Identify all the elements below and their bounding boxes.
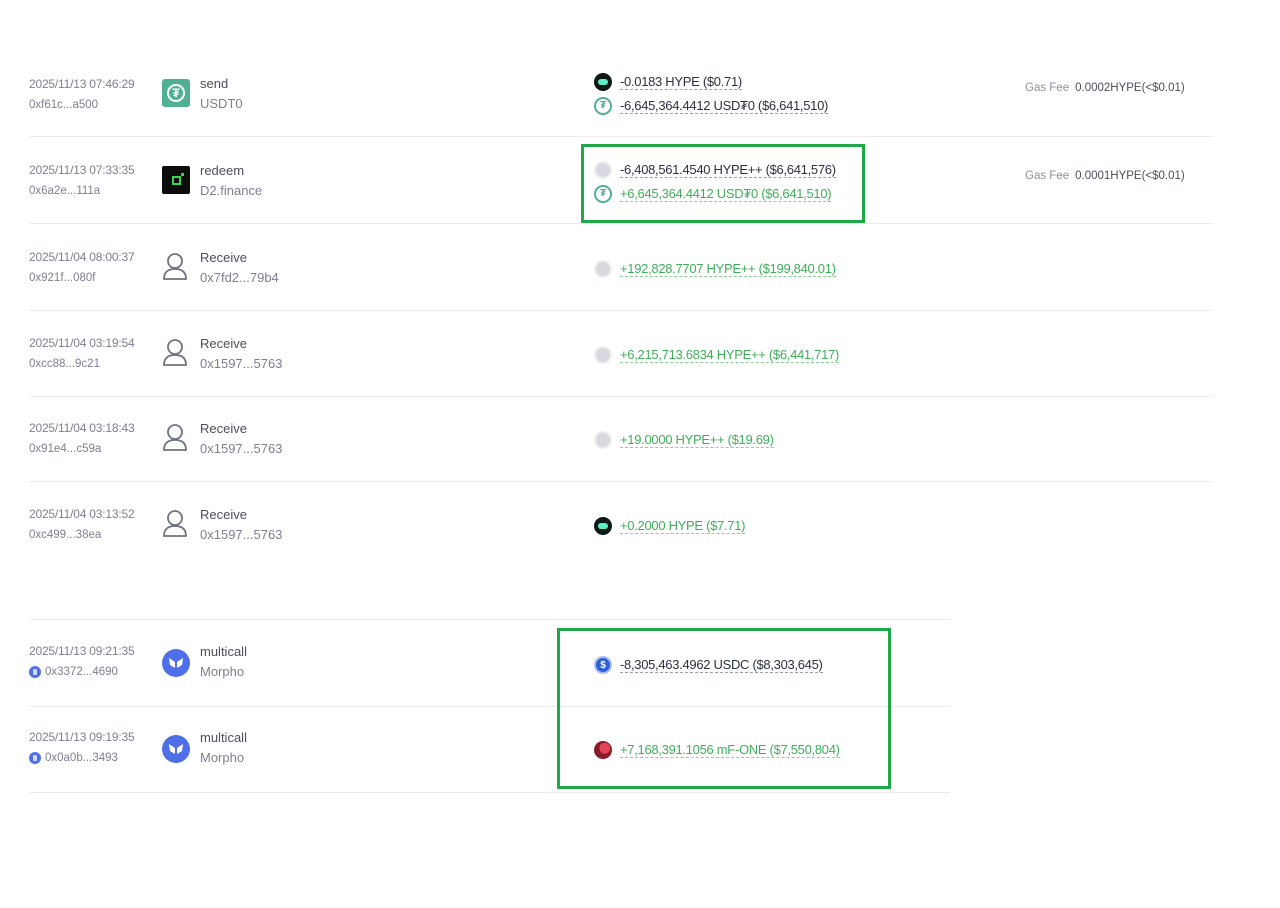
tx-target[interactable]: 0x1597...5763 xyxy=(200,356,282,371)
person-icon xyxy=(162,338,190,366)
tx-time: 2025/11/04 03:13:52 xyxy=(29,507,135,521)
token-change: +6,215,713.6834 HYPE++ ($6,441,717) xyxy=(594,346,839,364)
tx-target[interactable]: 0x1597...5763 xyxy=(200,527,282,542)
usdt0-token-icon: ₮ xyxy=(594,185,612,203)
transaction-row[interactable]: 2025/11/04 03:18:43 0x91e4...c59a Receiv… xyxy=(29,395,1213,482)
transaction-row[interactable]: 2025/11/13 09:21:35 0x3372...4690 multic… xyxy=(29,620,950,707)
token-change: +0.2000 HYPE ($7.71) xyxy=(594,517,745,535)
gas-fee-value: 0.0001HYPE(<$0.01) xyxy=(1075,170,1185,182)
tx-time: 2025/11/13 09:19:35 xyxy=(29,730,135,744)
ethereum-chain-icon xyxy=(29,666,41,678)
transaction-row[interactable]: 2025/11/04 03:19:54 0xcc88...9c21 Receiv… xyxy=(29,310,1213,397)
token-change: ₮ +6,645,364.4412 USD₮0 ($6,641,510) xyxy=(594,185,832,203)
token-amount[interactable]: +6,215,713.6834 HYPE++ ($6,441,717) xyxy=(620,347,839,363)
token-change: +19.0000 HYPE++ ($19.69) xyxy=(594,431,774,449)
token-change: +192,828.7707 HYPE++ ($199,840.01) xyxy=(594,260,836,278)
transaction-row[interactable]: 2025/11/13 09:19:35 0x0a0b...3493 multic… xyxy=(29,706,950,793)
tx-hash-link[interactable]: 0x921f...080f xyxy=(29,272,96,284)
tx-time: 2025/11/04 08:00:37 xyxy=(29,250,135,264)
person-icon xyxy=(162,252,190,280)
token-amount[interactable]: +7,168,391.1056 mF-ONE ($7,550,804) xyxy=(620,742,840,758)
token-amount[interactable]: +6,645,364.4412 USD₮0 ($6,641,510) xyxy=(620,186,832,202)
tx-action: send xyxy=(200,76,229,91)
tx-hash-link[interactable]: 0x3372...4690 xyxy=(29,666,118,678)
tx-time: 2025/11/13 07:33:35 xyxy=(29,163,135,177)
hypepp-token-icon xyxy=(594,431,612,449)
token-change: -0.0183 HYPE ($0.71) xyxy=(594,73,742,91)
tx-hash-link[interactable]: 0xcc88...9c21 xyxy=(29,358,100,370)
usdc-token-icon: $ xyxy=(594,656,612,674)
tx-action: Receive xyxy=(200,250,247,265)
tx-action: redeem xyxy=(200,163,245,178)
transaction-row[interactable]: 2025/11/13 07:46:29 0xf61c...a500 ₮ send… xyxy=(29,50,1213,137)
hypepp-token-icon xyxy=(594,346,612,364)
token-change: $ -8,305,463.4962 USDC ($8,303,645) xyxy=(594,656,823,674)
morpho-logo xyxy=(162,649,190,677)
tx-action: Receive xyxy=(200,507,247,522)
gas-fee: Gas Fee 0.0002HYPE(<$0.01) xyxy=(1025,82,1185,94)
tx-hash-link[interactable]: 0xf61c...a500 xyxy=(29,99,98,111)
hype-token-icon xyxy=(594,517,612,535)
tx-hash-link[interactable]: 0x91e4...c59a xyxy=(29,443,101,455)
tx-hash-link[interactable]: 0xc499...38ea xyxy=(29,529,101,541)
gas-fee-value: 0.0002HYPE(<$0.01) xyxy=(1075,82,1185,94)
gas-fee-label: Gas Fee xyxy=(1025,82,1070,94)
tx-time: 2025/11/13 09:21:35 xyxy=(29,644,135,658)
tx-hash-link[interactable]: 0x6a2e...111a xyxy=(29,185,100,197)
ethereum-chain-icon xyxy=(29,752,41,764)
tx-target[interactable]: Morpho xyxy=(200,664,244,679)
token-amount[interactable]: -6,645,364.4412 USD₮0 ($6,641,510) xyxy=(620,98,828,114)
hypepp-token-icon xyxy=(594,260,612,278)
token-change: ₮ -6,645,364.4412 USD₮0 ($6,641,510) xyxy=(594,97,828,115)
tx-action: multicall xyxy=(200,730,247,745)
tx-hash-link[interactable]: 0x0a0b...3493 xyxy=(29,752,118,764)
token-amount[interactable]: -8,305,463.4962 USDC ($8,303,645) xyxy=(620,657,823,673)
transaction-row[interactable]: 2025/11/04 03:13:52 0xc499...38ea Receiv… xyxy=(29,481,1213,567)
person-icon xyxy=(162,423,190,451)
gas-fee: Gas Fee 0.0001HYPE(<$0.01) xyxy=(1025,170,1185,182)
token-amount[interactable]: +0.2000 HYPE ($7.71) xyxy=(620,518,745,534)
tx-time: 2025/11/04 03:18:43 xyxy=(29,421,135,435)
token-amount[interactable]: +192,828.7707 HYPE++ ($199,840.01) xyxy=(620,261,836,277)
tx-time: 2025/11/04 03:19:54 xyxy=(29,336,135,350)
tx-action: Receive xyxy=(200,421,247,436)
hypepp-token-icon xyxy=(594,161,612,179)
tx-time: 2025/11/13 07:46:29 xyxy=(29,77,135,91)
tx-target[interactable]: Morpho xyxy=(200,750,244,765)
token-change: -6,408,561.4540 HYPE++ ($6,641,576) xyxy=(594,161,836,179)
token-amount[interactable]: +19.0000 HYPE++ ($19.69) xyxy=(620,432,774,448)
usdt0-logo: ₮ xyxy=(162,79,190,107)
hype-token-icon xyxy=(594,73,612,91)
tx-target[interactable]: 0x1597...5763 xyxy=(200,441,282,456)
d2-finance-logo xyxy=(162,166,190,194)
usdt0-token-icon: ₮ xyxy=(594,97,612,115)
transaction-row[interactable]: 2025/11/04 08:00:37 0x921f...080f Receiv… xyxy=(29,224,1213,311)
mf-one-token-icon xyxy=(594,741,612,759)
tx-action: multicall xyxy=(200,644,247,659)
token-change: +7,168,391.1056 mF-ONE ($7,550,804) xyxy=(594,741,840,759)
morpho-logo xyxy=(162,735,190,763)
gas-fee-label: Gas Fee xyxy=(1025,170,1070,182)
token-amount[interactable]: -0.0183 HYPE ($0.71) xyxy=(620,74,742,90)
tx-action: Receive xyxy=(200,336,247,351)
tx-target[interactable]: 0x7fd2...79b4 xyxy=(200,270,279,285)
tx-target[interactable]: D2.finance xyxy=(200,183,262,198)
token-amount[interactable]: -6,408,561.4540 HYPE++ ($6,641,576) xyxy=(620,162,836,178)
tx-target[interactable]: USDT0 xyxy=(200,96,243,111)
person-icon xyxy=(162,509,190,537)
transaction-row[interactable]: 2025/11/13 07:33:35 0x6a2e...111a redeem… xyxy=(29,137,1213,224)
